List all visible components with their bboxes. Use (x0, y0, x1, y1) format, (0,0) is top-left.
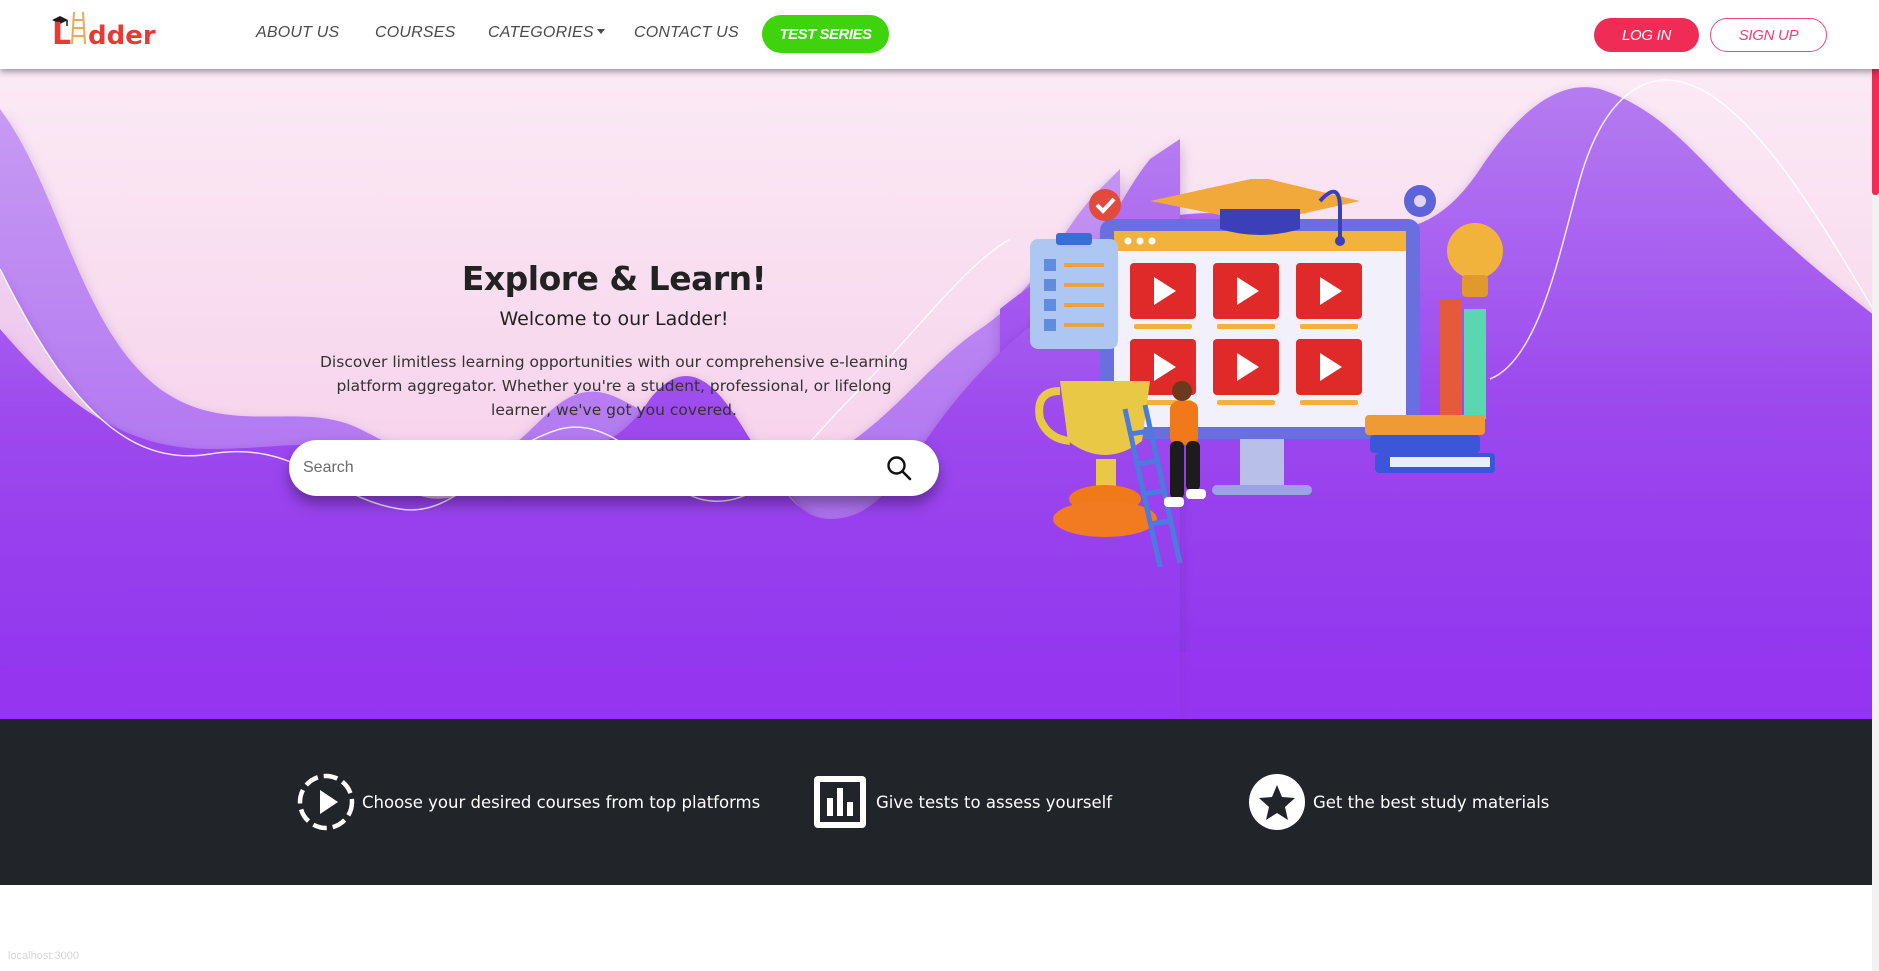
page: L dder ABOUT US COURSES CATEGORIES CONTA… (0, 0, 1879, 971)
feature-tests: Give tests to assess yourself (810, 772, 1112, 832)
test-series-button[interactable]: TEST SERIES (762, 15, 889, 53)
hero-wave-background (0, 69, 1879, 719)
nav-categories-dropdown[interactable]: CATEGORIES (488, 24, 605, 42)
hero-section: Explore & Learn! Welcome to our Ladder! … (0, 69, 1879, 719)
nav-courses[interactable]: COURSES (375, 24, 456, 42)
star-circle-icon (1249, 774, 1305, 830)
status-bar-text: localhost:3000 (8, 950, 79, 962)
login-button[interactable]: LOG IN (1594, 18, 1699, 52)
play-circle-icon (297, 773, 355, 831)
svg-text:dder: dder (88, 21, 156, 51)
feature-materials: Get the best study materials (1247, 772, 1549, 832)
search-input[interactable] (303, 440, 863, 496)
scrollbar[interactable] (1872, 0, 1879, 971)
ladder-logo[interactable]: L dder (52, 10, 172, 54)
feature-courses-text: Choose your desired courses from top pla… (362, 792, 761, 812)
hero-text-block: Explore & Learn! Welcome to our Ladder! … (300, 259, 928, 422)
navbar: L dder ABOUT US COURSES CATEGORIES CONTA… (0, 0, 1879, 69)
features-band: Choose your desired courses from top pla… (0, 719, 1879, 885)
nav-categories-label: CATEGORIES (488, 24, 594, 41)
feature-materials-text: Get the best study materials (1313, 792, 1550, 812)
learning-illustration (1030, 179, 1503, 568)
search-icon[interactable] (886, 455, 912, 481)
hero-title: Explore & Learn! (461, 259, 767, 298)
feature-courses: Choose your desired courses from top pla… (296, 772, 760, 832)
nav-contact-us[interactable]: CONTACT US (634, 24, 739, 42)
signup-button[interactable]: SIGN UP (1710, 18, 1827, 52)
caret-down-icon (596, 29, 605, 34)
svg-text:L: L (52, 17, 71, 52)
hero-subtitle: Welcome to our Ladder! (499, 308, 729, 330)
hero-description: Discover limitless learning opportunitie… (320, 353, 908, 419)
search-bar (289, 440, 939, 496)
feature-tests-text: Give tests to assess yourself (876, 792, 1113, 812)
bar-chart-icon (814, 776, 866, 828)
nav-about-us[interactable]: ABOUT US (256, 24, 339, 42)
